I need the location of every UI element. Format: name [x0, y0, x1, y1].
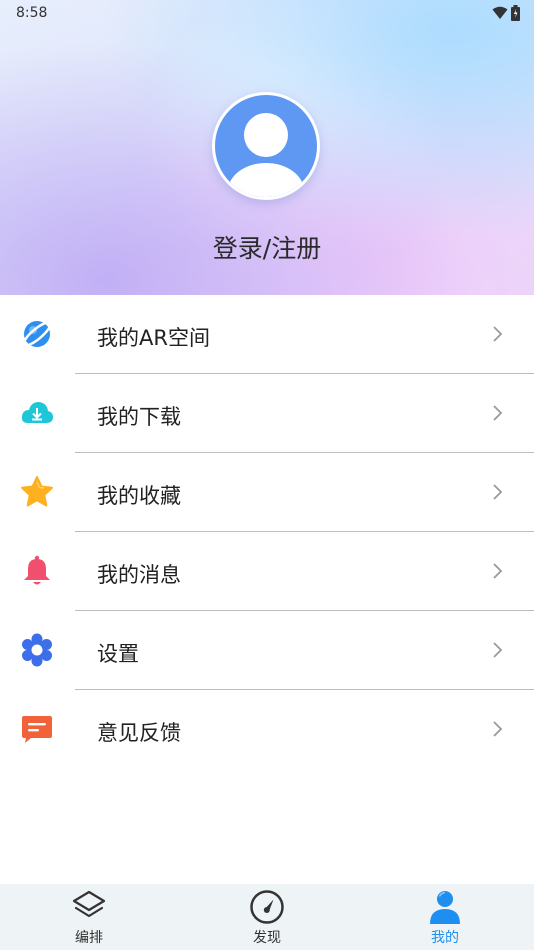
menu-item-label: 我的收藏	[97, 484, 181, 508]
menu-item-label: 我的消息	[97, 563, 181, 587]
login-register-link[interactable]: 登录/注册	[0, 229, 534, 265]
status-time: 8:58	[16, 5, 48, 21]
tab-discover[interactable]: 发现	[227, 884, 307, 950]
user-avatar-icon	[228, 113, 304, 197]
profile-header: 8:58 登录/注册	[0, 0, 534, 295]
person-icon	[430, 891, 460, 924]
menu-item-favorites[interactable]: 我的收藏	[0, 453, 534, 532]
menu-item-label: 意见反馈	[97, 721, 181, 745]
chevron-right-icon	[493, 642, 503, 658]
chevron-right-icon	[493, 484, 503, 500]
chevron-right-icon	[493, 326, 503, 342]
chevron-right-icon	[493, 721, 503, 737]
chevron-right-icon	[493, 405, 503, 421]
compass-icon	[250, 890, 284, 924]
planet-icon	[22, 321, 52, 347]
tab-label: 发现	[253, 930, 281, 946]
star-icon	[21, 476, 53, 507]
menu-item-ar-space[interactable]: 我的AR空间	[0, 295, 534, 374]
menu-item-settings[interactable]: 设置	[0, 611, 534, 690]
wifi-icon	[492, 6, 508, 19]
avatar[interactable]	[212, 92, 320, 200]
gear-icon	[22, 633, 52, 667]
tab-arrange[interactable]: 编排	[49, 884, 129, 950]
cloud-download-icon	[21, 402, 53, 423]
profile-menu: 我的AR空间 我的下载 我的收藏 我的消息 设置 意见反馈	[0, 295, 534, 769]
tab-label: 编排	[75, 930, 103, 946]
menu-item-feedback[interactable]: 意见反馈	[0, 690, 534, 769]
menu-item-downloads[interactable]: 我的下载	[0, 374, 534, 453]
feedback-icon	[22, 716, 52, 743]
menu-item-label: 我的下载	[97, 405, 181, 429]
chevron-right-icon	[493, 563, 503, 579]
tab-mine[interactable]: 我的	[405, 884, 485, 950]
menu-item-messages[interactable]: 我的消息	[0, 532, 534, 611]
layers-icon	[72, 890, 106, 918]
battery-icon	[511, 5, 520, 21]
bottom-tab-bar: 编排 发现 我的	[0, 884, 534, 950]
menu-item-label: 我的AR空间	[97, 326, 210, 350]
bell-icon	[24, 555, 50, 585]
tab-label: 我的	[431, 930, 459, 946]
menu-item-label: 设置	[97, 642, 139, 666]
status-bar: 8:58	[0, 0, 534, 28]
